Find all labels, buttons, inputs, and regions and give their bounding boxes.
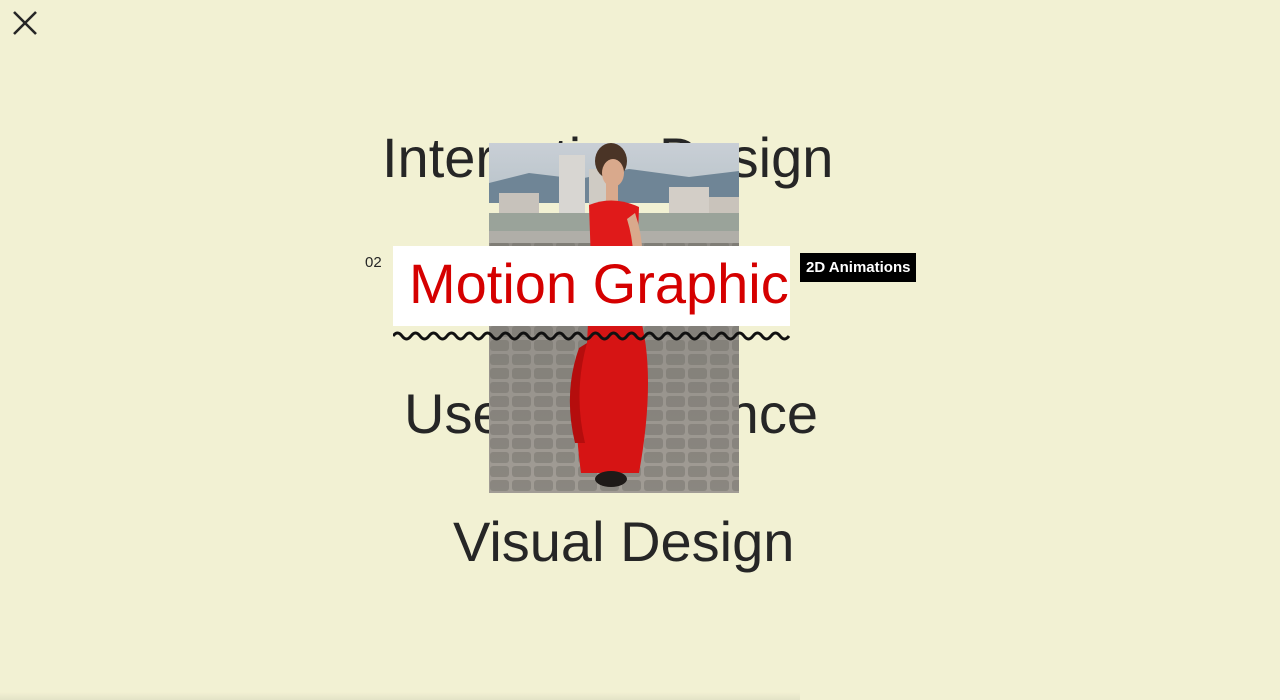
active-item-label: Motion Graphic [409,252,789,315]
bottom-edge-shadow [0,692,800,700]
menu-item-visual-design[interactable]: Visual Design [453,514,794,570]
category-tag: 2D Animations [800,253,917,282]
active-item-index: 02 [365,254,382,271]
menu-item-motion-graphic[interactable]: Motion Graphic [393,246,790,326]
wavy-underline [393,331,790,341]
close-icon [13,11,37,35]
menu-overlay: Interaction Design User Experience Visua… [0,0,1280,700]
close-button[interactable] [10,8,40,38]
